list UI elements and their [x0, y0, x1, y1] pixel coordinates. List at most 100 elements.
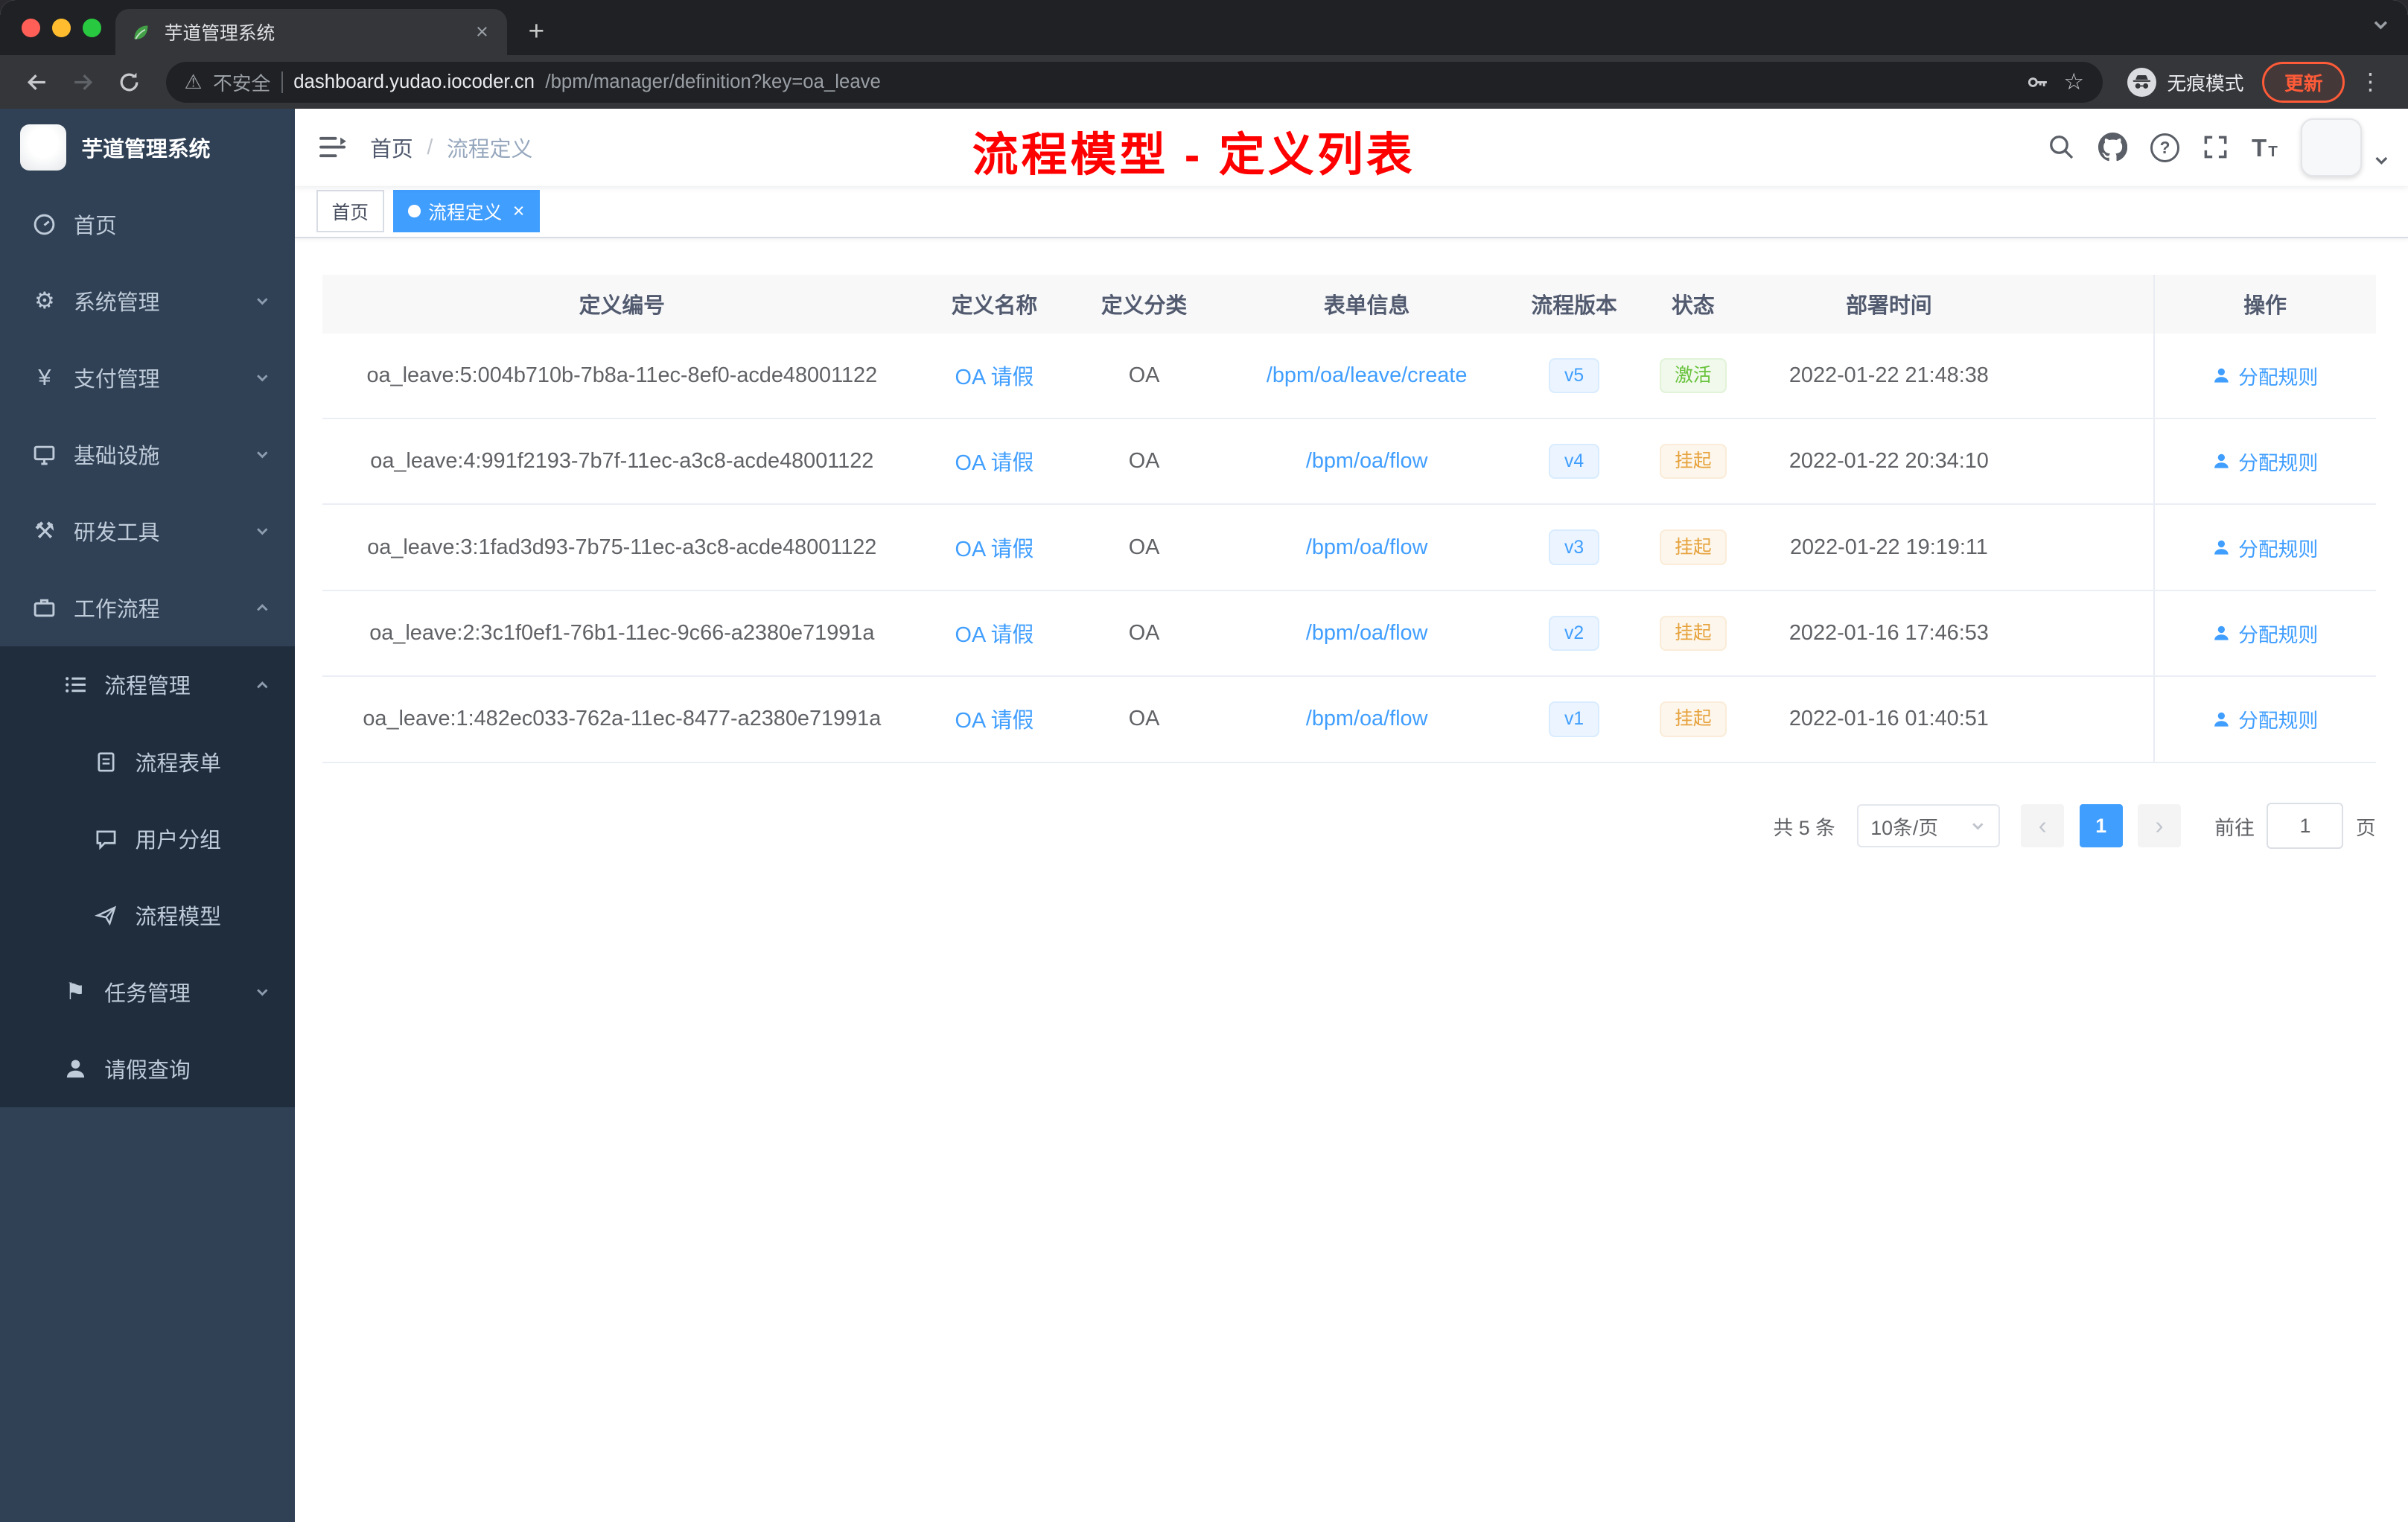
incognito-badge: 无痕模式: [2127, 67, 2244, 97]
definition-name-link[interactable]: OA 请假: [955, 532, 1034, 563]
tags-view: 首页 流程定义 ×: [295, 186, 2408, 238]
chevron-down-icon: [255, 293, 270, 309]
avatar-caret-icon[interactable]: [2373, 152, 2390, 169]
form-link[interactable]: /bpm/oa/flow: [1306, 621, 1428, 646]
tab-title: 芋道管理系统: [164, 24, 275, 45]
close-window-button[interactable]: [21, 18, 40, 37]
list-icon: [62, 672, 89, 697]
gear-icon: ⚙: [34, 287, 55, 313]
navbar-actions: ? TT: [2048, 118, 2408, 177]
assign-rule-link[interactable]: 分配规则: [2212, 361, 2318, 390]
tag-process-definition[interactable]: 流程定义 ×: [392, 189, 540, 233]
sidebar-item-home[interactable]: 首页: [0, 186, 295, 263]
browser-menu-icon[interactable]: ⋮: [2348, 69, 2393, 95]
assign-rule-link[interactable]: 分配规则: [2212, 619, 2318, 648]
definition-id: oa_leave:2:3c1f0ef1-76b1-11ec-9c66-a2380…: [369, 621, 875, 646]
definition-name-link[interactable]: OA 请假: [955, 618, 1034, 649]
forward-icon[interactable]: [62, 63, 105, 103]
person-icon: [2214, 368, 2229, 383]
definition-category: OA: [1128, 449, 1160, 474]
zoom-window-button[interactable]: [83, 18, 102, 37]
new-tab-button[interactable]: +: [529, 16, 545, 45]
fullscreen-icon[interactable]: [2202, 134, 2229, 160]
github-icon[interactable]: [2098, 133, 2128, 162]
assign-rule-link[interactable]: 分配规则: [2212, 533, 2318, 562]
deploy-time: 2022-01-22 19:19:11: [1789, 535, 1988, 559]
table-row: oa_leave:4:991f2193-7b7f-11ec-a3c8-acde4…: [322, 418, 2376, 506]
tag-close-icon[interactable]: ×: [513, 201, 525, 221]
traffic-lights: [21, 18, 102, 37]
status-badge: 激活: [1659, 357, 1727, 393]
breadcrumb-current: 流程定义: [446, 137, 533, 162]
monitor-icon: [31, 442, 58, 467]
version-badge: v4: [1549, 444, 1599, 480]
sidebar-item-user-group[interactable]: 用户分组: [0, 800, 295, 877]
font-size-icon[interactable]: TT: [2252, 136, 2278, 160]
key-icon[interactable]: [2022, 63, 2053, 103]
logo-avatar: [19, 124, 66, 171]
assign-rule-link[interactable]: 分配规则: [2212, 704, 2318, 733]
page-size-select[interactable]: 10条/页: [1856, 804, 2000, 848]
sidebar-item-system[interactable]: ⚙ 系统管理: [0, 263, 295, 340]
sidebar-item-workflow[interactable]: 工作流程: [0, 570, 295, 646]
incognito-label: 无痕模式: [2167, 73, 2244, 95]
person-icon: [2214, 540, 2229, 555]
help-icon[interactable]: ?: [2150, 133, 2180, 162]
table-row: oa_leave:2:3c1f0ef1-76b1-11ec-9c66-a2380…: [322, 590, 2376, 678]
goto-page-input[interactable]: [2267, 803, 2344, 850]
form-link[interactable]: /bpm/oa/flow: [1306, 707, 1428, 731]
minimize-window-button[interactable]: [52, 18, 71, 37]
update-button[interactable]: 更新: [2262, 61, 2345, 104]
bookmark-star-icon[interactable]: ☆: [2063, 70, 2084, 94]
security-label: 不安全: [212, 73, 271, 95]
tab-search-caret-icon[interactable]: [2372, 16, 2390, 34]
back-icon[interactable]: [16, 63, 59, 103]
browser-tab[interactable]: 芋道管理系统 ×: [115, 9, 507, 56]
tab-close-icon[interactable]: ×: [473, 20, 491, 45]
avatar[interactable]: [2300, 118, 2363, 177]
tag-home[interactable]: 首页: [316, 189, 384, 233]
sidebar-item-task-management[interactable]: ⚑ 任务管理: [0, 954, 295, 1031]
page-content: 定义编号 定义名称 定义分类 表单信息 流程版本 状态 部署时间 操作 oa_l…: [295, 238, 2408, 1522]
address-bar[interactable]: ⚠ 不安全 dashboard.yudao.iocoder.cn /bpm/ma…: [165, 61, 2103, 104]
search-icon[interactable]: [2048, 133, 2075, 161]
prev-page-button[interactable]: ‹: [2021, 804, 2065, 848]
workflow-submenu: 流程管理 流程表单 用户分组 流程模型 ⚑ 任务管理 请假查询: [0, 646, 295, 1108]
form-link[interactable]: /bpm/oa/flow: [1306, 449, 1428, 474]
form-link[interactable]: /bpm/oa/leave/create: [1267, 363, 1468, 388]
sidebar-item-process-management[interactable]: 流程管理: [0, 646, 295, 723]
sidebar-item-process-model[interactable]: 流程模型: [0, 877, 295, 954]
definition-name-link[interactable]: OA 请假: [955, 446, 1034, 477]
deploy-time: 2022-01-16 17:46:53: [1789, 621, 1989, 646]
sidebar: 芋道管理系统 首页 ⚙ 系统管理 ¥ 支付管理 基础设施 ⚒ 研发工具 工作流程…: [0, 109, 295, 1522]
assign-rule-link[interactable]: 分配规则: [2212, 447, 2318, 476]
document-icon: [92, 751, 120, 774]
reload-icon[interactable]: [107, 63, 150, 103]
sidebar-item-payment[interactable]: ¥ 支付管理: [0, 340, 295, 416]
sidebar-item-devtools[interactable]: ⚒ 研发工具: [0, 493, 295, 570]
definition-name-link[interactable]: OA 请假: [955, 704, 1034, 734]
tab-favicon-icon: [130, 22, 152, 43]
chevron-down-icon: [255, 447, 270, 462]
breadcrumb-home[interactable]: 首页: [370, 133, 413, 163]
url-path: /bpm/manager/definition?key=oa_leave: [545, 71, 881, 92]
definition-id: oa_leave:4:991f2193-7b7f-11ec-a3c8-acde4…: [370, 449, 874, 474]
chevron-down-icon: [255, 523, 270, 539]
page-number-button[interactable]: 1: [2079, 804, 2123, 848]
sidebar-item-leave-query[interactable]: 请假查询: [0, 1031, 295, 1107]
definition-category: OA: [1128, 535, 1160, 559]
definition-name-link[interactable]: OA 请假: [955, 360, 1034, 391]
hamburger-icon[interactable]: [295, 134, 370, 160]
status-badge: 挂起: [1659, 615, 1727, 652]
chevron-down-icon: [1970, 818, 1986, 834]
next-page-button[interactable]: ›: [2138, 804, 2181, 848]
sidebar-logo[interactable]: 芋道管理系统: [0, 109, 295, 185]
dashboard-icon: [31, 212, 58, 237]
pagination-total: 共 5 条: [1773, 816, 1835, 839]
pagination: 共 5 条 10条/页 ‹ 1 › 前往 页: [322, 803, 2376, 850]
url-host: dashboard.yudao.iocoder.cn: [293, 71, 535, 92]
sidebar-item-process-form[interactable]: 流程表单: [0, 723, 295, 800]
sidebar-item-infrastructure[interactable]: 基础设施: [0, 416, 295, 493]
person-icon: [2214, 625, 2229, 640]
form-link[interactable]: /bpm/oa/flow: [1306, 535, 1428, 560]
